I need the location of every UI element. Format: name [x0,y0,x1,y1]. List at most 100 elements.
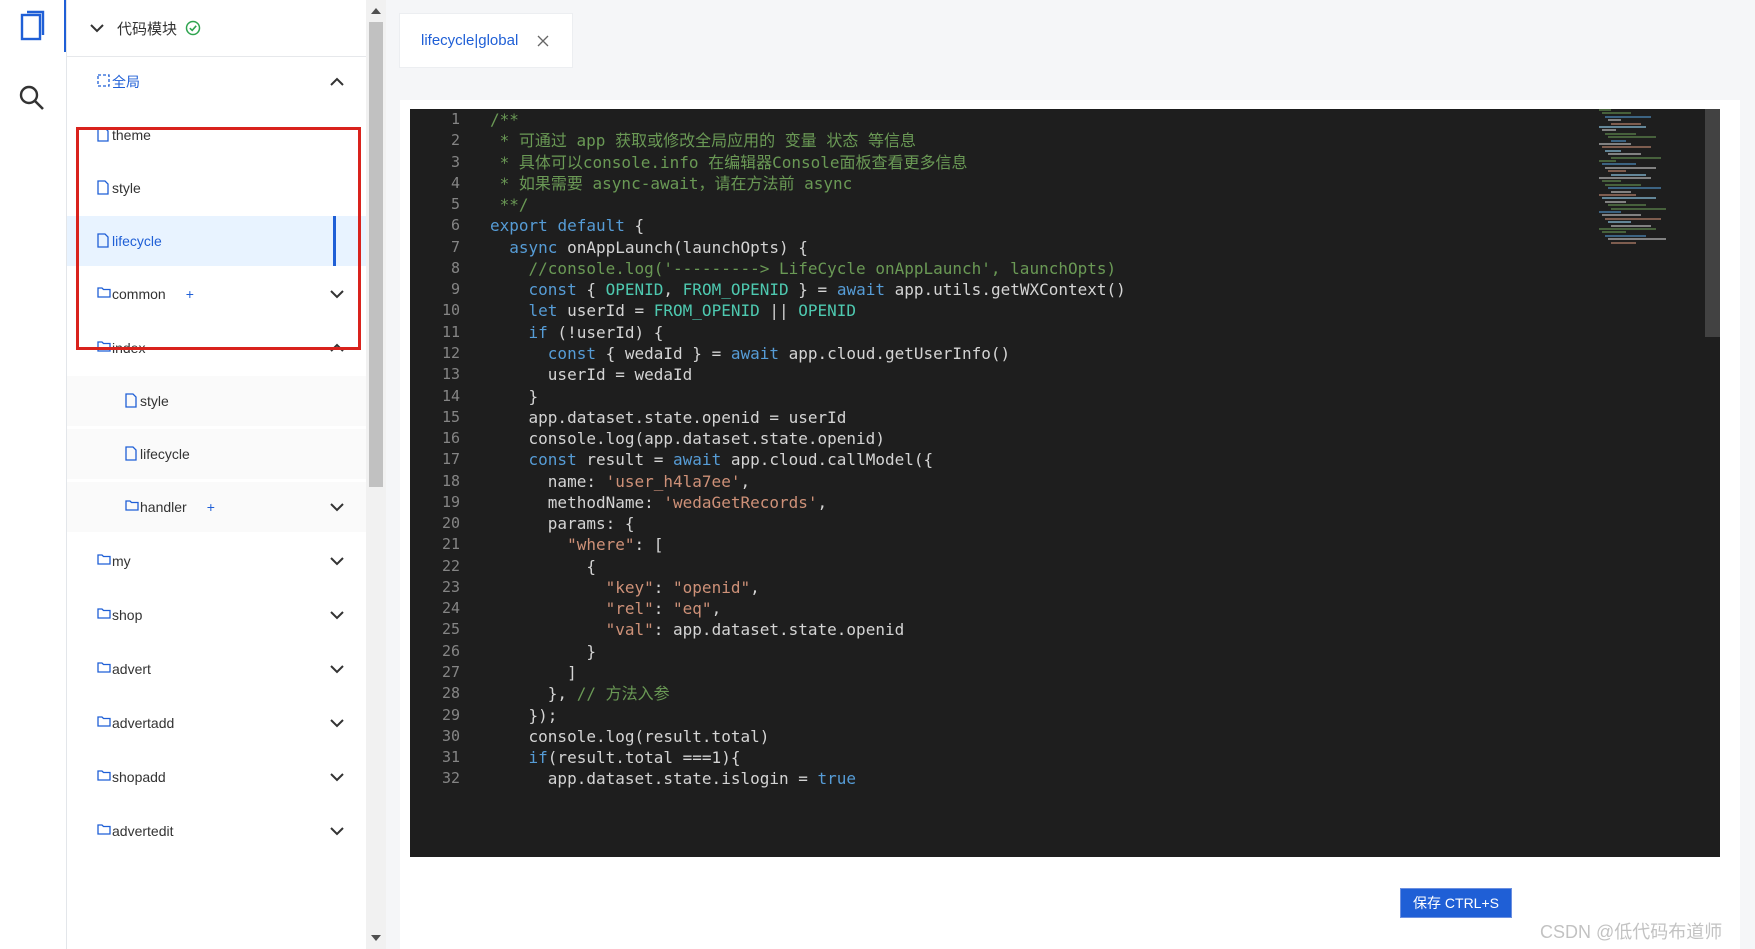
code-line[interactable]: * 如果需要 async-await，请在方法前 async [490,173,853,194]
search-icon[interactable] [10,76,54,120]
chevron-down-icon[interactable] [329,769,345,785]
code-line[interactable]: const { OPENID, FROM_OPENID } = await ap… [490,279,1126,300]
code-line[interactable]: "val": app.dataset.state.openid [490,619,905,640]
code-line[interactable]: if (!userId) { [490,322,664,343]
code-line[interactable]: const { wedaId } = await app.cloud.getUs… [490,343,1010,364]
tree-item-label: shop [112,607,143,623]
editor-scrollbar[interactable] [1705,109,1720,857]
tree-item-advert[interactable]: advert [67,644,367,694]
tree-item-style[interactable]: style [67,376,367,426]
code-line[interactable]: }, // 方法入参 [490,683,670,704]
close-icon[interactable] [536,34,550,48]
sidebar-header[interactable]: 代码模块 [67,0,367,57]
line-number: 29 [441,705,460,724]
folder-icon [97,823,111,839]
chevron-down-icon[interactable] [329,715,345,731]
tree-item-shopadd[interactable]: shopadd [67,752,367,802]
scroll-up-arrow-icon[interactable] [371,8,381,14]
chevron-up-icon[interactable] [329,340,345,356]
code-line[interactable]: * 可通过 app 获取或修改全局应用的 变量 状态 等信息 [490,130,916,151]
folder-icon [97,715,111,731]
code-line[interactable]: name: 'user_h4la7ee', [490,471,750,492]
tree-item-lifecycle[interactable]: lifecycle [67,429,367,479]
tree-item-theme[interactable]: theme [67,110,367,160]
chevron-down-icon[interactable] [87,18,107,38]
tree-item-advertedit[interactable]: advertedit [67,806,367,856]
code-line[interactable]: } [490,641,596,662]
minimap[interactable] [1595,109,1705,259]
minimap-line [1608,204,1646,207]
tab-lifecycle-global[interactable]: lifecycle|global [400,14,572,67]
tree-item-shop[interactable]: shop [67,590,367,640]
tree-item-my[interactable]: my [67,536,367,586]
code-line[interactable]: //console.log('---------> LifeCycle onAp… [490,258,1117,279]
code-line[interactable]: "rel": "eq", [490,598,722,619]
code-line[interactable]: app.dataset.state.openid = userId [490,407,847,428]
code-line[interactable]: app.dataset.state.islogin = true [490,768,856,789]
tree-item-label: index [112,340,146,356]
tree-item-label: style [140,393,169,409]
code-line[interactable]: /** [490,109,519,130]
chevron-down-icon[interactable] [329,661,345,677]
code-line[interactable]: } [490,386,539,407]
minimap-line [1608,119,1621,122]
folder-icon [97,553,111,569]
tree-item-handler[interactable]: handler + [67,482,367,532]
save-button[interactable]: 保存 CTRL+S [1400,888,1512,918]
code-line[interactable]: let userId = FROM_OPENID || OPENID [490,300,857,321]
code-line[interactable]: }); [490,705,558,726]
chevron-down-icon[interactable] [329,286,345,302]
tree-item-lifecycle[interactable]: lifecycle [67,216,367,266]
scroll-thumb[interactable] [369,22,383,487]
line-number: 7 [450,237,460,256]
minimap-line [1605,166,1656,169]
tree-item-label: lifecycle [140,446,190,462]
add-icon[interactable]: + [207,499,215,515]
code-editor[interactable]: 1 2 3 4 5 6 7 8 9 10 11 12 13 14 15 16 17 18 19 20 21 22 23 24 2… [410,109,1720,857]
folder-icon [97,769,111,785]
code-line[interactable]: { [490,556,596,577]
minimap-line [1605,149,1621,152]
chevron-down-icon[interactable] [329,499,345,515]
code-line[interactable]: async onAppLaunch(launchOpts) { [490,237,808,258]
code-line[interactable]: "key": "openid", [490,577,760,598]
add-icon[interactable]: + [186,286,194,302]
minimap-line [1599,211,1621,213]
line-number: 8 [450,258,460,277]
code-line[interactable]: console.log(result.total) [490,726,770,747]
minimap-line [1608,170,1626,173]
line-number: 28 [441,684,460,703]
code-line[interactable]: export default { [490,215,644,236]
chevron-up-icon[interactable] [329,74,345,90]
code-line[interactable]: userId = wedaId [490,364,693,385]
code-line[interactable]: **/ [490,194,529,215]
tree-item-style[interactable]: style [67,163,367,213]
scroll-down-arrow-icon[interactable] [371,935,381,941]
code-line[interactable]: methodName: 'wedaGetRecords', [490,492,827,513]
tree-item-global[interactable]: 全局 [67,57,367,107]
sidebar-scrollbar[interactable] [366,0,386,949]
chevron-down-icon[interactable] [329,607,345,623]
chevron-down-icon[interactable] [329,553,345,569]
line-number: 22 [441,556,460,575]
line-number: 10 [441,301,460,320]
tree-item-advertadd[interactable]: advertadd [67,698,367,748]
code-line[interactable]: ] [490,662,577,683]
code-line[interactable]: if(result.total ===1){ [490,747,741,768]
chevron-down-icon[interactable] [329,823,345,839]
file-icon [97,127,111,143]
files-icon[interactable] [10,4,54,48]
minimap-line [1611,241,1636,244]
code-line[interactable]: * 具体可以console.info 在编辑器Console面板查看更多信息 [490,152,968,173]
code-line[interactable]: "where": [ [490,534,663,555]
folder-icon [97,607,111,623]
minimap-line [1611,207,1666,210]
tree-item-common[interactable]: common + [67,269,367,319]
tree-item-index[interactable]: index [67,323,367,373]
line-number: 24 [441,599,460,618]
code-line[interactable]: console.log(app.dataset.state.openid) [490,428,885,449]
code-line[interactable]: params: { [490,513,635,534]
editor-scroll-thumb[interactable] [1705,109,1720,337]
minimap-line [1605,234,1646,237]
code-line[interactable]: const result = await app.cloud.callModel… [490,449,934,470]
